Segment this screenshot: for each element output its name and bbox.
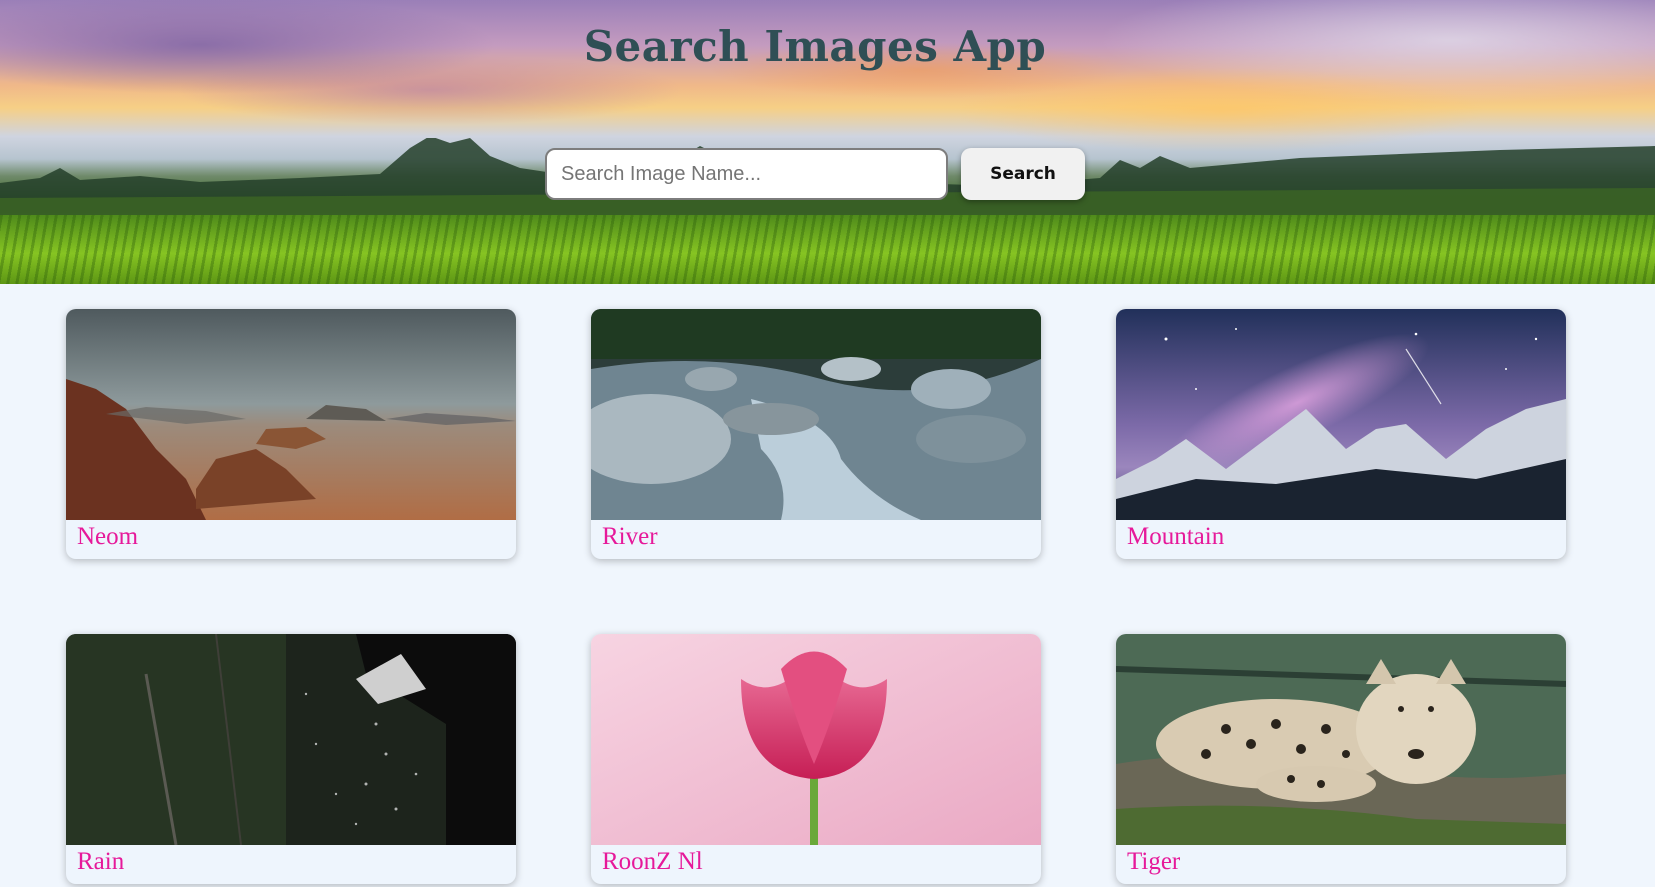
- image-caption: Mountain: [1127, 523, 1225, 550]
- image-card-neom[interactable]: Neom: [66, 309, 516, 559]
- image-tiger: [1116, 634, 1566, 845]
- image-mountain: [1116, 309, 1566, 520]
- app-title: Search Images App: [583, 22, 1047, 71]
- image-caption: RoonZ Nl: [602, 848, 703, 875]
- image-card-rain[interactable]: Rain: [66, 634, 516, 884]
- image-caption: River: [602, 523, 658, 550]
- image-neom: [66, 309, 516, 520]
- hero-banner: Search Images App Search: [0, 0, 1655, 284]
- image-river: [591, 309, 1041, 520]
- image-card-roonz-nl[interactable]: RoonZ Nl: [591, 634, 1041, 884]
- search-button[interactable]: Search: [961, 148, 1085, 200]
- image-caption: Neom: [77, 523, 139, 550]
- search-input[interactable]: [545, 148, 948, 200]
- image-card-tiger[interactable]: Tiger: [1116, 634, 1566, 884]
- image-caption: Rain: [77, 848, 125, 875]
- image-card-river[interactable]: River: [591, 309, 1041, 559]
- image-roonz-nl: [591, 634, 1041, 845]
- image-rain: [66, 634, 516, 845]
- image-card-mountain[interactable]: Mountain: [1116, 309, 1566, 559]
- tea-field: [0, 215, 1655, 284]
- image-caption: Tiger: [1127, 848, 1181, 875]
